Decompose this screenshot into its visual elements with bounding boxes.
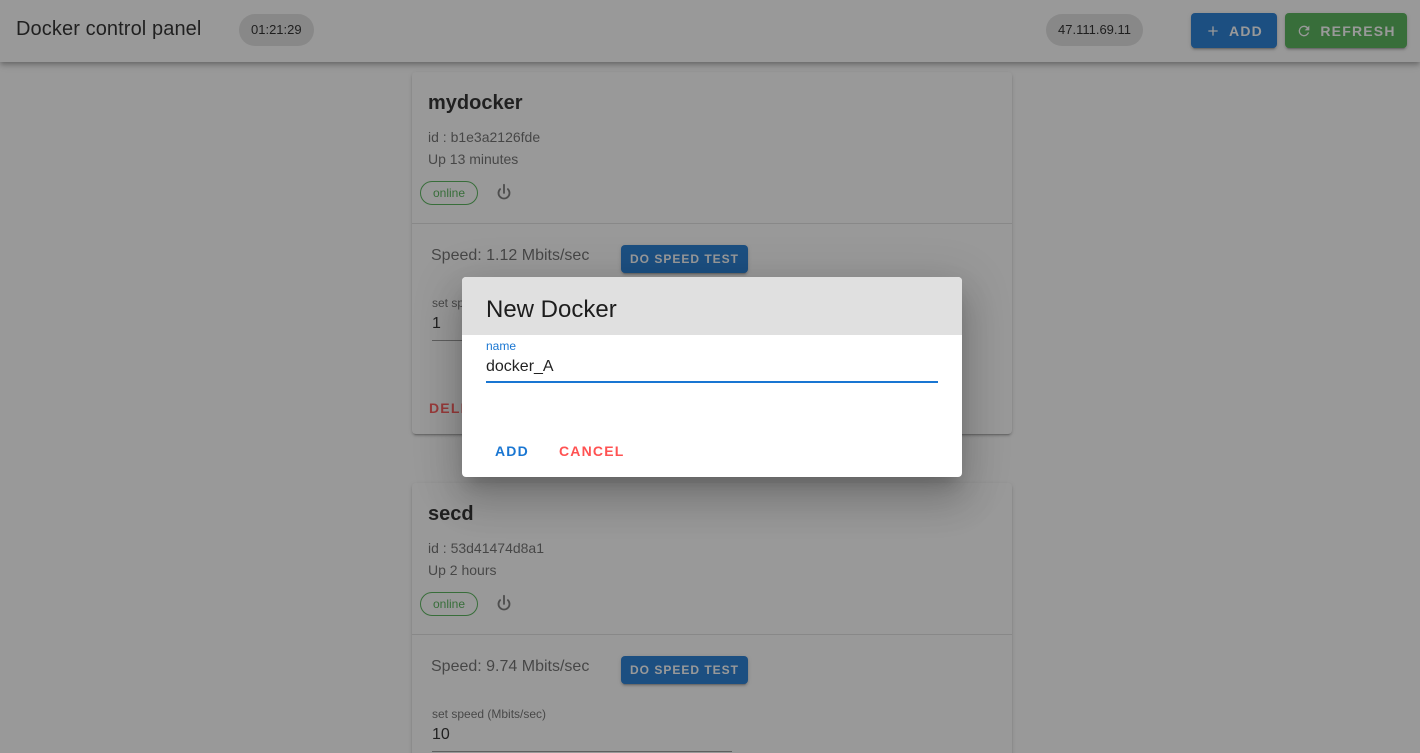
name-field-label: name: [486, 339, 517, 353]
name-input[interactable]: [486, 356, 938, 378]
name-input-underline: [486, 381, 938, 383]
new-docker-dialog: New Docker name ADD CANCEL: [462, 277, 962, 477]
dialog-title: New Docker: [486, 296, 617, 323]
dialog-add-button[interactable]: ADD: [495, 443, 529, 459]
dialog-cancel-button[interactable]: CANCEL: [559, 443, 625, 459]
dialog-header: New Docker: [462, 277, 962, 335]
